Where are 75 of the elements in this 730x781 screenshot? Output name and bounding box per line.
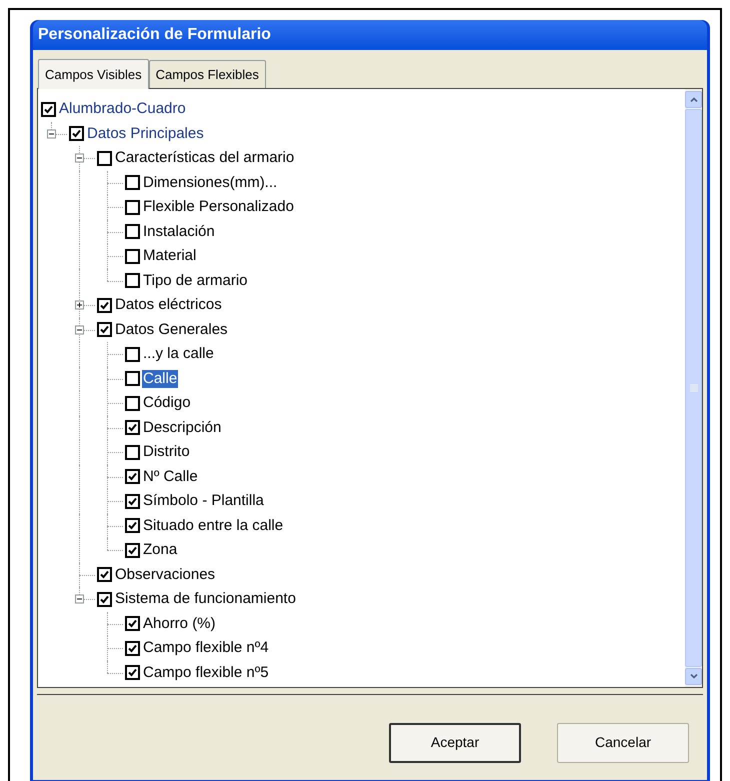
tree-item[interactable]: Datos Generales [114,320,229,339]
tree-item[interactable]: Campo flexible nº5 [142,664,270,682]
checkbox[interactable] [97,150,112,166]
tree-item[interactable]: ...y la calle [142,345,215,364]
checkbox[interactable] [125,224,140,240]
tree-item[interactable]: Tipo de armario [142,272,248,290]
checkbox[interactable] [125,665,140,680]
tree-item[interactable]: Instalación [142,222,216,241]
checkbox[interactable] [97,567,112,582]
tree-item[interactable]: Nº Calle [142,468,199,486]
window-title: Personalización de Formulario [38,25,271,45]
scroll-up-button[interactable] [685,91,702,108]
dialog-button[interactable]: Cancelar [557,722,689,762]
collapse-icon[interactable] [75,154,84,163]
tree-item[interactable]: Observaciones [114,566,216,584]
tree-item[interactable]: Código [142,394,192,412]
check-icon [128,521,137,530]
checkbox[interactable] [97,298,112,313]
tree-item[interactable]: Flexible Personalizado [142,198,295,216]
checkbox[interactable] [125,542,140,558]
check-icon [128,619,137,628]
check-icon [128,472,137,482]
checkbox[interactable] [125,616,140,632]
check-icon [100,570,109,580]
tree-item[interactable]: Calle [142,370,178,388]
tree-item[interactable]: Alumbrado-Cuadro [58,100,187,118]
check-icon [72,129,81,138]
tree-item[interactable]: Símbolo - Plantilla [142,492,265,510]
tab[interactable]: Campos Visibles [38,59,149,89]
check-icon [128,423,137,432]
checkbox[interactable] [125,420,140,436]
check-icon [100,325,109,334]
tree-item[interactable]: Ahorro (%) [142,614,217,633]
checkbox[interactable] [41,102,56,117]
check-icon [128,668,137,678]
collapse-icon[interactable] [75,325,84,334]
tree-item[interactable]: Sistema de funcionamiento [114,590,297,608]
scroll-down-button[interactable] [685,668,702,685]
tree-item[interactable]: Situado entre la calle [142,516,284,535]
checkbox[interactable] [69,126,84,142]
tree-item[interactable]: Zona [142,541,178,560]
tree-item[interactable]: Distrito [142,443,191,462]
checkbox[interactable] [97,592,112,607]
check-icon [100,300,109,310]
check-icon [100,594,109,604]
checkbox[interactable] [125,469,140,484]
checkbox[interactable] [125,346,140,362]
tree-item[interactable]: Campo flexible nº4 [142,639,270,658]
tree-item[interactable]: Dimensiones(mm)... [142,174,278,192]
checkbox[interactable] [97,322,112,338]
collapse-icon[interactable] [75,594,84,604]
checkbox[interactable] [125,494,140,509]
checkbox[interactable] [125,273,140,288]
grip-icon [690,384,698,392]
tree-item[interactable]: Datos eléctricos [114,296,223,314]
collapse-icon[interactable] [47,129,56,138]
check-icon [128,546,137,555]
checkbox[interactable] [125,200,140,215]
checkbox[interactable] [125,444,140,460]
checkbox[interactable] [125,371,140,386]
checkbox[interactable] [125,175,140,190]
check-icon [128,496,137,506]
check-icon [128,644,137,653]
dialog-button[interactable]: Aceptar [389,722,521,762]
tree-item[interactable]: Material [142,247,198,266]
checkbox[interactable] [125,248,140,264]
tab[interactable]: Campos Flexibles [148,60,266,88]
tree-item[interactable]: Descripción [142,418,222,437]
tree-item[interactable]: Características del armario [114,149,296,168]
checkbox[interactable] [125,518,140,534]
expand-icon[interactable] [75,300,84,310]
checkbox[interactable] [125,396,140,411]
checkbox[interactable] [125,640,140,656]
tree-item[interactable]: Datos Principales [86,124,205,143]
check-icon [44,104,53,114]
